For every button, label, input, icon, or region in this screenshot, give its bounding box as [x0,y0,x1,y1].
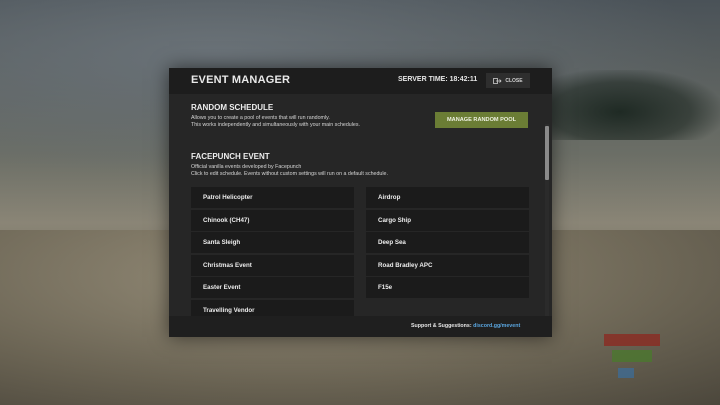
panel-content: RANDOM SCHEDULE Allows you to create a p… [169,94,552,316]
event-button[interactable]: Cargo Ship [366,210,529,231]
facepunch-event-desc-1: Official vanilla events developed by Fac… [191,164,302,170]
event-button[interactable]: Airdrop [366,187,529,208]
random-schedule-title: RANDOM SCHEDULE [191,103,274,112]
scrollbar-thumb[interactable] [545,126,549,180]
event-button[interactable]: Travelling Vendor [191,300,354,316]
event-button[interactable]: Christmas Event [191,255,354,276]
event-button[interactable]: Easter Event [191,277,354,298]
discord-link[interactable]: discord.gg/mevent [473,323,520,329]
panel-footer: Support & Suggestions: discord.gg/mevent [169,316,552,337]
server-time-label: SERVER TIME: [398,76,448,83]
manage-random-pool-button[interactable]: MANAGE RANDOM POOL [435,112,528,128]
event-manager-panel: EVENT MANAGER SERVER TIME: 18:42:11 CLOS… [169,68,552,337]
panel-title: EVENT MANAGER [191,74,291,86]
random-schedule-desc-2: This works independently and simultaneou… [191,122,360,128]
server-time: SERVER TIME: 18:42:11 [398,76,477,83]
event-button[interactable]: Santa Sleigh [191,232,354,253]
event-button[interactable]: Chinook (CH47) [191,210,354,231]
close-label: CLOSE [505,77,523,84]
hud-water-bar [618,368,634,378]
event-button[interactable]: F15e [366,277,529,298]
panel-header: EVENT MANAGER SERVER TIME: 18:42:11 CLOS… [169,68,552,94]
event-button[interactable]: Deep Sea [366,232,529,253]
event-button[interactable]: Road Bradley APC [366,255,529,276]
random-schedule-desc-1: Allows you to create a pool of events th… [191,115,330,121]
event-button[interactable]: Patrol Helicopter [191,187,354,208]
support-label: Support & Suggestions: [411,323,472,329]
facepunch-event-title: FACEPUNCH EVENT [191,152,270,161]
exit-door-icon [493,77,502,84]
facepunch-event-desc-2: Click to edit schedule. Events without c… [191,171,388,177]
hud-food-bar [612,350,652,362]
server-time-value: 18:42:11 [449,76,478,83]
support-text: Support & Suggestions: discord.gg/mevent [411,323,520,329]
hud-health-bar [604,334,660,346]
close-button[interactable]: CLOSE [486,73,530,88]
